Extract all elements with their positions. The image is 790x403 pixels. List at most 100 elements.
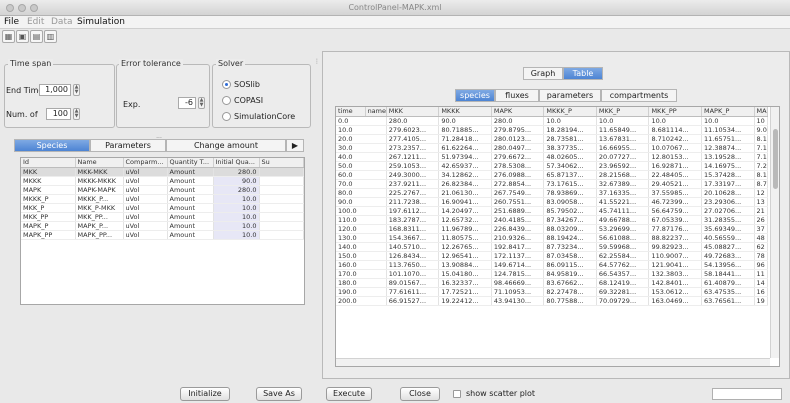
table-cell[interactable]: 280.0 xyxy=(213,185,260,195)
results-horizontal-scrollbar[interactable] xyxy=(336,358,770,366)
table-cell[interactable]: 280.0 xyxy=(213,167,260,177)
table-cell[interactable]: MAPK_P xyxy=(21,221,76,231)
table-row[interactable]: 100.0 197.6112... 14.20497... 251.6889... 85… xyxy=(336,206,769,216)
table-cell[interactable] xyxy=(259,194,304,204)
table-cell[interactable]: MKK xyxy=(21,167,76,177)
table-row[interactable]: 10.0 279.6023... 80.71885... 279.8795... 18.… xyxy=(336,125,769,135)
table-row[interactable]: 140.0 140.5710... 12.26765... 192.8417... 87… xyxy=(336,242,769,252)
table-row[interactable]: 200.0 66.91527... 19.22412... 43.94130... 80… xyxy=(336,296,769,306)
column-header[interactable]: MAPK xyxy=(491,107,545,117)
save-icon[interactable]: ▣ xyxy=(16,30,29,43)
table-cell[interactable]: MKK-MKK xyxy=(75,167,124,177)
table-row[interactable]: MAPK_PP MAPK_PP... uVol Amount 10.0 xyxy=(21,230,304,240)
column-header[interactable]: name xyxy=(365,107,387,117)
table-cell[interactable]: Amount xyxy=(167,221,214,231)
end-time-field[interactable]: 1,000 xyxy=(39,84,71,96)
table-cell[interactable]: 90.0 xyxy=(213,176,260,186)
tab-compartments[interactable]: compartments xyxy=(601,89,677,102)
table-cell[interactable]: 10.0 xyxy=(213,221,260,231)
menu-file[interactable]: File xyxy=(4,17,19,27)
column-header[interactable]: MKKK xyxy=(438,107,492,117)
exp-stepper[interactable]: ▲ ▼ xyxy=(198,97,205,109)
table-cell[interactable] xyxy=(259,185,304,195)
table-cell[interactable]: 10.0 xyxy=(213,203,260,213)
table-row[interactable]: 190.0 77.61611... 17.72521... 71.10953... 82… xyxy=(336,287,769,297)
print-icon[interactable]: ▤ xyxy=(30,30,43,43)
table-row[interactable]: 80.0 225.2767... 21.06130... 267.7549... 78.… xyxy=(336,188,769,198)
table-cell[interactable]: Amount xyxy=(167,194,214,204)
menu-data[interactable]: Data xyxy=(51,17,73,27)
table-row[interactable]: MKK_PP MKK_PP... uVol Amount 10.0 xyxy=(21,212,304,222)
table-cell[interactable]: 10.0 xyxy=(213,194,260,204)
table-row[interactable]: 20.0 277.4105... 71.28418... 280.0123... 28.… xyxy=(336,134,769,144)
table-cell[interactable] xyxy=(259,230,304,240)
table-cell[interactable]: uVol xyxy=(123,230,168,240)
table-cell[interactable]: MAPK xyxy=(21,185,76,195)
column-header[interactable]: MKK_P xyxy=(596,107,650,117)
open-file-icon[interactable]: ▦ xyxy=(2,30,15,43)
column-header[interactable]: MA xyxy=(754,107,769,117)
solver-option-soslib[interactable]: SOSlib xyxy=(234,80,260,89)
table-row[interactable]: 90.0 211.7238... 16.90941... 260.7551... 83.… xyxy=(336,197,769,207)
end-time-stepper[interactable]: ▲ ▼ xyxy=(73,84,80,96)
tab-scroll-right-icon[interactable]: ▶ xyxy=(286,139,304,152)
table-row[interactable]: MKK_P MKK_P-MKK uVol Amount 10.0 xyxy=(21,203,304,213)
initialize-button[interactable]: Initialize xyxy=(180,387,230,401)
table-cell[interactable]: uVol xyxy=(123,185,168,195)
table-cell[interactable]: MAPK_PP... xyxy=(75,230,124,240)
table-cell[interactable] xyxy=(259,212,304,222)
column-header[interactable]: Name xyxy=(75,158,124,168)
solver-radio-simulationcore[interactable] xyxy=(222,112,231,121)
results-vertical-scrollbar[interactable] xyxy=(770,107,779,358)
column-header[interactable]: Quantity T... xyxy=(167,158,214,168)
execute-button[interactable]: Execute xyxy=(326,387,372,401)
table-cell[interactable]: uVol xyxy=(123,167,168,177)
table-cell[interactable]: uVol xyxy=(123,176,168,186)
column-header[interactable]: time xyxy=(336,107,366,117)
table-row[interactable]: 40.0 267.1211... 51.97394... 279.6672... 48.… xyxy=(336,152,769,162)
table-cell[interactable]: MKKK xyxy=(21,176,76,186)
table-cell[interactable]: Amount xyxy=(167,212,214,222)
graph-icon[interactable]: ▥ xyxy=(44,30,57,43)
column-header[interactable]: MAPK_P xyxy=(701,107,755,117)
menu-simulation[interactable]: Simulation xyxy=(77,17,125,27)
results-scroll-thumb[interactable] xyxy=(773,129,778,189)
table-row[interactable]: 160.0 113.7650... 13.90884... 149.6714... 86… xyxy=(336,260,769,270)
exp-field[interactable]: -6 xyxy=(178,97,196,109)
table-row[interactable]: 150.0 126.8434... 12.96541... 172.1137... 87… xyxy=(336,251,769,261)
solver-radio-copasi[interactable] xyxy=(222,96,231,105)
tab-table[interactable]: Table xyxy=(563,67,603,80)
table-cell[interactable]: MKK_PP... xyxy=(75,212,124,222)
table-cell[interactable] xyxy=(259,203,304,213)
column-header[interactable]: MKK xyxy=(386,107,440,117)
solver-radio-soslib[interactable] xyxy=(222,80,231,89)
table-cell[interactable]: MKK_P-MKK xyxy=(75,203,124,213)
table-row[interactable]: 180.0 89.01567... 16.32337... 98.46669... 83… xyxy=(336,278,769,288)
table-cell[interactable]: MAPK-MAPK xyxy=(75,185,124,195)
table-cell[interactable]: Amount xyxy=(167,167,214,177)
tab-species[interactable]: Species xyxy=(14,139,90,152)
table-row[interactable]: 0.0 280.0 90.0 280.0 10.0 10.0 10.0 10.0 10 xyxy=(336,116,769,126)
table-row[interactable]: MAPK MAPK-MAPK uVol Amount 280.0 xyxy=(21,185,304,195)
table-row[interactable]: 130.0 154.3667... 11.80575... 210.9326... 88… xyxy=(336,233,769,243)
tab-change-amount[interactable]: Change amount xyxy=(166,139,286,152)
table-cell[interactable] xyxy=(259,176,304,186)
menu-edit[interactable]: Edit xyxy=(27,17,44,27)
show-scatter-plot-checkbox[interactable] xyxy=(453,390,461,398)
table-row[interactable]: MAPK_P MAPK_P... uVol Amount 10.0 xyxy=(21,221,304,231)
table-cell[interactable]: MKK_P xyxy=(21,203,76,213)
tab-parameters-results[interactable]: parameters xyxy=(539,89,601,102)
column-header[interactable]: Comparm... xyxy=(123,158,168,168)
table-cell[interactable]: 10.0 xyxy=(213,230,260,240)
table-cell[interactable]: Amount xyxy=(167,176,214,186)
column-header[interactable]: Su xyxy=(259,158,304,168)
tab-species-results[interactable]: species xyxy=(455,89,495,102)
tab-parameters[interactable]: Parameters xyxy=(90,139,166,152)
tab-graph[interactable]: Graph xyxy=(523,67,563,80)
solver-option-copasi[interactable]: COPASI xyxy=(234,96,263,105)
table-cell[interactable] xyxy=(259,221,304,231)
table-cell[interactable]: Amount xyxy=(167,185,214,195)
column-header[interactable]: Id xyxy=(21,158,76,168)
table-row[interactable]: 30.0 273.2357... 61.62264... 280.0497... 38.… xyxy=(336,143,769,153)
table-cell[interactable]: Amount xyxy=(167,203,214,213)
